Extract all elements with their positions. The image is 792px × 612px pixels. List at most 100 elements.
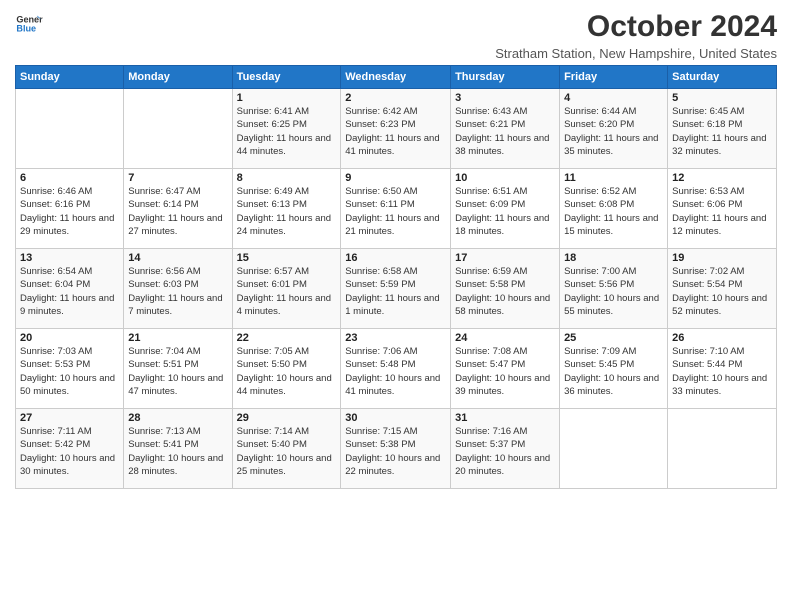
day-info: Sunrise: 7:09 AM Sunset: 5:45 PM Dayligh…	[564, 345, 663, 398]
calendar-cell: 10Sunrise: 6:51 AM Sunset: 6:09 PM Dayli…	[451, 169, 560, 249]
day-number: 27	[20, 412, 119, 424]
day-info: Sunrise: 7:16 AM Sunset: 5:37 PM Dayligh…	[455, 425, 555, 478]
day-number: 2	[345, 92, 446, 104]
day-number: 9	[345, 172, 446, 184]
day-number: 31	[455, 412, 555, 424]
day-info: Sunrise: 7:15 AM Sunset: 5:38 PM Dayligh…	[345, 425, 446, 478]
title-block: October 2024 Stratham Station, New Hamps…	[495, 10, 777, 61]
day-info: Sunrise: 7:04 AM Sunset: 5:51 PM Dayligh…	[128, 345, 227, 398]
calendar-week-5: 27Sunrise: 7:11 AM Sunset: 5:42 PM Dayli…	[16, 409, 777, 489]
day-info: Sunrise: 6:41 AM Sunset: 6:25 PM Dayligh…	[237, 105, 337, 158]
calendar-cell: 31Sunrise: 7:16 AM Sunset: 5:37 PM Dayli…	[451, 409, 560, 489]
day-info: Sunrise: 7:05 AM Sunset: 5:50 PM Dayligh…	[237, 345, 337, 398]
day-info: Sunrise: 7:13 AM Sunset: 5:41 PM Dayligh…	[128, 425, 227, 478]
day-info: Sunrise: 7:08 AM Sunset: 5:47 PM Dayligh…	[455, 345, 555, 398]
day-info: Sunrise: 6:59 AM Sunset: 5:58 PM Dayligh…	[455, 265, 555, 318]
day-info: Sunrise: 6:56 AM Sunset: 6:03 PM Dayligh…	[128, 265, 227, 318]
calendar-cell: 26Sunrise: 7:10 AM Sunset: 5:44 PM Dayli…	[668, 329, 777, 409]
day-number: 19	[672, 252, 772, 264]
page-header: General Blue October 2024 Stratham Stati…	[15, 10, 777, 61]
day-info: Sunrise: 7:02 AM Sunset: 5:54 PM Dayligh…	[672, 265, 772, 318]
day-number: 4	[564, 92, 663, 104]
calendar-cell	[124, 89, 232, 169]
day-number: 10	[455, 172, 555, 184]
calendar-cell	[668, 409, 777, 489]
calendar-cell: 4Sunrise: 6:44 AM Sunset: 6:20 PM Daylig…	[560, 89, 668, 169]
day-info: Sunrise: 6:52 AM Sunset: 6:08 PM Dayligh…	[564, 185, 663, 238]
day-info: Sunrise: 6:43 AM Sunset: 6:21 PM Dayligh…	[455, 105, 555, 158]
calendar-table: Sunday Monday Tuesday Wednesday Thursday…	[15, 65, 777, 489]
day-info: Sunrise: 6:46 AM Sunset: 6:16 PM Dayligh…	[20, 185, 119, 238]
calendar-week-1: 1Sunrise: 6:41 AM Sunset: 6:25 PM Daylig…	[16, 89, 777, 169]
day-number: 15	[237, 252, 337, 264]
day-number: 7	[128, 172, 227, 184]
calendar-cell: 27Sunrise: 7:11 AM Sunset: 5:42 PM Dayli…	[16, 409, 124, 489]
day-number: 24	[455, 332, 555, 344]
calendar-cell: 2Sunrise: 6:42 AM Sunset: 6:23 PM Daylig…	[341, 89, 451, 169]
col-tuesday: Tuesday	[232, 66, 341, 89]
col-wednesday: Wednesday	[341, 66, 451, 89]
day-number: 29	[237, 412, 337, 424]
calendar-cell: 24Sunrise: 7:08 AM Sunset: 5:47 PM Dayli…	[451, 329, 560, 409]
calendar-cell: 20Sunrise: 7:03 AM Sunset: 5:53 PM Dayli…	[16, 329, 124, 409]
month-title: October 2024	[495, 10, 777, 44]
day-info: Sunrise: 7:06 AM Sunset: 5:48 PM Dayligh…	[345, 345, 446, 398]
calendar-cell: 3Sunrise: 6:43 AM Sunset: 6:21 PM Daylig…	[451, 89, 560, 169]
calendar-cell: 12Sunrise: 6:53 AM Sunset: 6:06 PM Dayli…	[668, 169, 777, 249]
day-number: 26	[672, 332, 772, 344]
col-friday: Friday	[560, 66, 668, 89]
calendar-cell: 1Sunrise: 6:41 AM Sunset: 6:25 PM Daylig…	[232, 89, 341, 169]
calendar-cell: 5Sunrise: 6:45 AM Sunset: 6:18 PM Daylig…	[668, 89, 777, 169]
col-thursday: Thursday	[451, 66, 560, 89]
day-info: Sunrise: 7:14 AM Sunset: 5:40 PM Dayligh…	[237, 425, 337, 478]
col-monday: Monday	[124, 66, 232, 89]
calendar-cell: 16Sunrise: 6:58 AM Sunset: 5:59 PM Dayli…	[341, 249, 451, 329]
calendar-cell: 17Sunrise: 6:59 AM Sunset: 5:58 PM Dayli…	[451, 249, 560, 329]
calendar-cell: 14Sunrise: 6:56 AM Sunset: 6:03 PM Dayli…	[124, 249, 232, 329]
day-info: Sunrise: 7:03 AM Sunset: 5:53 PM Dayligh…	[20, 345, 119, 398]
col-saturday: Saturday	[668, 66, 777, 89]
day-info: Sunrise: 6:42 AM Sunset: 6:23 PM Dayligh…	[345, 105, 446, 158]
calendar-cell: 30Sunrise: 7:15 AM Sunset: 5:38 PM Dayli…	[341, 409, 451, 489]
calendar-week-2: 6Sunrise: 6:46 AM Sunset: 6:16 PM Daylig…	[16, 169, 777, 249]
day-number: 3	[455, 92, 555, 104]
day-info: Sunrise: 6:58 AM Sunset: 5:59 PM Dayligh…	[345, 265, 446, 318]
location: Stratham Station, New Hampshire, United …	[495, 46, 777, 61]
day-number: 20	[20, 332, 119, 344]
logo-icon: General Blue	[15, 10, 43, 38]
calendar-cell	[16, 89, 124, 169]
day-info: Sunrise: 6:44 AM Sunset: 6:20 PM Dayligh…	[564, 105, 663, 158]
calendar-cell: 13Sunrise: 6:54 AM Sunset: 6:04 PM Dayli…	[16, 249, 124, 329]
day-number: 8	[237, 172, 337, 184]
calendar-cell: 8Sunrise: 6:49 AM Sunset: 6:13 PM Daylig…	[232, 169, 341, 249]
svg-text:Blue: Blue	[16, 24, 36, 34]
calendar-cell: 21Sunrise: 7:04 AM Sunset: 5:51 PM Dayli…	[124, 329, 232, 409]
day-number: 12	[672, 172, 772, 184]
calendar-cell: 23Sunrise: 7:06 AM Sunset: 5:48 PM Dayli…	[341, 329, 451, 409]
col-sunday: Sunday	[16, 66, 124, 89]
day-info: Sunrise: 6:47 AM Sunset: 6:14 PM Dayligh…	[128, 185, 227, 238]
calendar-cell: 15Sunrise: 6:57 AM Sunset: 6:01 PM Dayli…	[232, 249, 341, 329]
day-number: 13	[20, 252, 119, 264]
day-info: Sunrise: 7:11 AM Sunset: 5:42 PM Dayligh…	[20, 425, 119, 478]
calendar-cell: 25Sunrise: 7:09 AM Sunset: 5:45 PM Dayli…	[560, 329, 668, 409]
calendar-cell	[560, 409, 668, 489]
calendar-cell: 6Sunrise: 6:46 AM Sunset: 6:16 PM Daylig…	[16, 169, 124, 249]
calendar-cell: 22Sunrise: 7:05 AM Sunset: 5:50 PM Dayli…	[232, 329, 341, 409]
day-number: 16	[345, 252, 446, 264]
day-info: Sunrise: 6:54 AM Sunset: 6:04 PM Dayligh…	[20, 265, 119, 318]
day-number: 21	[128, 332, 227, 344]
day-number: 1	[237, 92, 337, 104]
day-number: 22	[237, 332, 337, 344]
day-number: 11	[564, 172, 663, 184]
calendar-week-4: 20Sunrise: 7:03 AM Sunset: 5:53 PM Dayli…	[16, 329, 777, 409]
day-info: Sunrise: 6:45 AM Sunset: 6:18 PM Dayligh…	[672, 105, 772, 158]
day-number: 18	[564, 252, 663, 264]
day-info: Sunrise: 6:51 AM Sunset: 6:09 PM Dayligh…	[455, 185, 555, 238]
calendar-cell: 28Sunrise: 7:13 AM Sunset: 5:41 PM Dayli…	[124, 409, 232, 489]
day-number: 25	[564, 332, 663, 344]
logo: General Blue	[15, 10, 43, 38]
day-number: 17	[455, 252, 555, 264]
day-info: Sunrise: 6:49 AM Sunset: 6:13 PM Dayligh…	[237, 185, 337, 238]
calendar-cell: 9Sunrise: 6:50 AM Sunset: 6:11 PM Daylig…	[341, 169, 451, 249]
